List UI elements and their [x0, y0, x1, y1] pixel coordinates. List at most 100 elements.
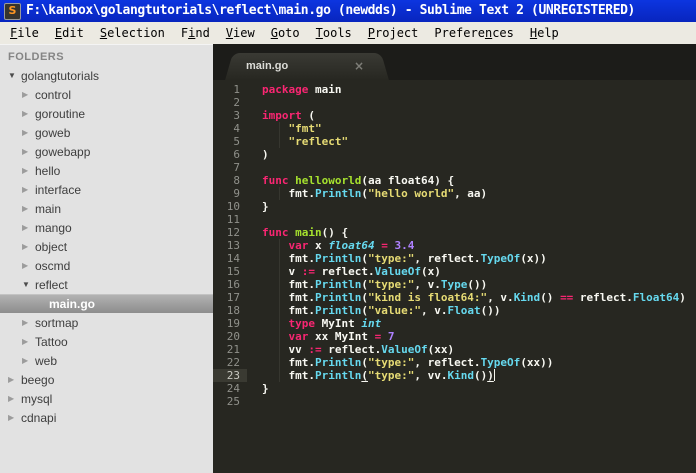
chevron-right-icon[interactable]: ▶ — [22, 218, 35, 237]
code-token: , v. — [420, 304, 448, 317]
tree-folder-reflect[interactable]: ▼ reflect — [0, 275, 213, 294]
menu-find[interactable]: Find — [173, 24, 218, 42]
line-number: 20 — [226, 330, 240, 343]
chevron-right-icon[interactable]: ▶ — [8, 389, 21, 408]
code-line-25[interactable]: 25 — [213, 395, 696, 408]
tree-folder-golangtutorials[interactable]: ▼ golangtutorials — [0, 66, 213, 85]
code-line-12[interactable]: 12 func main() { — [213, 226, 696, 239]
code-token: Float64 — [632, 291, 680, 304]
tree-folder-goroutine[interactable]: ▶ goroutine — [0, 104, 213, 123]
tree-folder-main[interactable]: ▶ main — [0, 199, 213, 218]
tree-folder-beego[interactable]: ▶ beego — [0, 370, 213, 389]
chevron-right-icon[interactable]: ▶ — [22, 180, 35, 199]
chevron-right-icon[interactable]: ▶ — [22, 351, 35, 370]
menu-goto[interactable]: Goto — [263, 24, 308, 42]
code-token: package — [262, 83, 309, 96]
chevron-right-icon[interactable]: ▶ — [22, 161, 35, 180]
code-token: = — [381, 239, 388, 252]
tree-item-label: mysql — [21, 391, 53, 406]
chevron-right-icon[interactable]: ▶ — [22, 237, 35, 256]
code-token: helloworld — [288, 174, 362, 187]
chevron-right-icon[interactable]: ▶ — [22, 256, 35, 275]
line-number: 23 — [213, 369, 247, 382]
tree-folder-tattoo[interactable]: ▶ Tattoo — [0, 332, 213, 351]
tree-folder-sortmap[interactable]: ▶ sortmap — [0, 313, 213, 332]
chevron-right-icon[interactable]: ▶ — [8, 370, 21, 389]
code-token: Println — [314, 252, 362, 265]
menu-tools[interactable]: Tools — [308, 24, 360, 42]
chevron-right-icon[interactable]: ▶ — [8, 408, 21, 427]
code-token: float64 — [328, 239, 375, 252]
code-area[interactable]: 1 package main 2 3 import (4 "fmt" 5 "reflect… — [213, 80, 696, 408]
code-line-1[interactable]: 1 package main — [213, 83, 696, 96]
tree-folder-mango[interactable]: ▶ mango — [0, 218, 213, 237]
menu-preferences[interactable]: Preferences — [426, 24, 522, 42]
code-line-10[interactable]: 10} — [213, 200, 696, 213]
code-text: fmt.Println("type:", reflect.TypeOf(x)) — [262, 252, 547, 265]
line-number: 5 — [233, 135, 240, 148]
tree-folder-control[interactable]: ▶ control — [0, 85, 213, 104]
chevron-down-icon[interactable]: ▼ — [8, 66, 21, 85]
tree-folder-hello[interactable]: ▶ hello — [0, 161, 213, 180]
tree-folder-goweb[interactable]: ▶ goweb — [0, 123, 213, 142]
tree-item-label: reflect — [35, 277, 68, 292]
tree-folder-cdnapi[interactable]: ▶ cdnapi — [0, 408, 213, 427]
tree-item-label: golangtutorials — [21, 68, 100, 83]
close-icon[interactable]: × — [354, 59, 364, 73]
menu-project[interactable]: Project — [360, 24, 427, 42]
code-line-16[interactable]: 16 fmt.Println("type:", v.Type()) — [213, 278, 696, 291]
code-line-22[interactable]: 22 fmt.Println("type:", reflect.TypeOf(x… — [213, 356, 696, 369]
chevron-right-icon[interactable]: ▶ — [22, 332, 35, 351]
code-token: type — [262, 317, 315, 330]
menu-edit[interactable]: Edit — [47, 24, 92, 42]
code-line-3[interactable]: 3 import ( — [213, 109, 696, 122]
code-line-17[interactable]: 17 fmt.Println("kind is float64:", v.Kin… — [213, 291, 696, 304]
code-line-4[interactable]: 4 "fmt" — [213, 122, 696, 135]
code-line-13[interactable]: 13 var x float64 = 3.4 — [213, 239, 696, 252]
menu-help[interactable]: Help — [522, 24, 567, 42]
tab-main-go[interactable]: main.go × — [237, 53, 377, 80]
code-line-19[interactable]: 19 type MyInt int — [213, 317, 696, 330]
code-line-15[interactable]: 15 v := reflect.ValueOf(x) — [213, 265, 696, 278]
code-line-14[interactable]: 14 fmt.Println("type:", reflect.TypeOf(x… — [213, 252, 696, 265]
line-number: 4 — [233, 122, 240, 135]
code-token: xx MyInt — [308, 330, 375, 343]
code-line-7[interactable]: 7 — [213, 161, 696, 174]
line-number: 7 — [233, 161, 240, 174]
tree-folder-oscmd[interactable]: ▶ oscmd — [0, 256, 213, 275]
chevron-down-icon[interactable]: ▼ — [22, 275, 35, 294]
menu-selection[interactable]: Selection — [92, 24, 173, 42]
code-line-11[interactable]: 11 — [213, 213, 696, 226]
tree-folder-gowebapp[interactable]: ▶ gowebapp — [0, 142, 213, 161]
tree-item-label: beego — [21, 372, 55, 387]
menu-view[interactable]: View — [218, 24, 263, 42]
chevron-right-icon[interactable]: ▶ — [22, 313, 35, 332]
code-text: fmt.Println("type:", v.Type()) — [262, 278, 487, 291]
line-number: 17 — [226, 291, 240, 304]
chevron-right-icon[interactable]: ▶ — [22, 123, 35, 142]
menu-file[interactable]: File — [2, 24, 47, 42]
code-line-24[interactable]: 24} — [213, 382, 696, 395]
code-line-23[interactable]: 23 fmt.Println("type:", vv.Kind()) — [213, 369, 696, 382]
code-token: 7 — [387, 330, 395, 343]
tree-file-main.go[interactable]: main.go — [0, 294, 213, 313]
code-line-2[interactable]: 2 — [213, 96, 696, 109]
chevron-right-icon[interactable]: ▶ — [22, 104, 35, 123]
code-line-5[interactable]: 5 "reflect" — [213, 135, 696, 148]
chevron-right-icon[interactable]: ▶ — [22, 142, 35, 161]
title-bar[interactable]: S F:\kanbox\golangtutorials\reflect\main… — [0, 0, 696, 22]
code-line-6[interactable]: 6) — [213, 148, 696, 161]
code-token: := — [308, 343, 322, 356]
tree-folder-interface[interactable]: ▶ interface — [0, 180, 213, 199]
chevron-right-icon[interactable]: ▶ — [22, 199, 35, 218]
code-line-21[interactable]: 21 vv := reflect.ValueOf(xx) — [213, 343, 696, 356]
tree-folder-object[interactable]: ▶ object — [0, 237, 213, 256]
code-line-20[interactable]: 20 var xx MyInt = 7 — [213, 330, 696, 343]
tree-folder-mysql[interactable]: ▶ mysql — [0, 389, 213, 408]
chevron-right-icon[interactable]: ▶ — [22, 85, 35, 104]
code-line-8[interactable]: 8 func helloworld(aa float64) { — [213, 174, 696, 187]
code-line-18[interactable]: 18 fmt.Println("value:", v.Float()) — [213, 304, 696, 317]
tree-folder-web[interactable]: ▶ web — [0, 351, 213, 370]
code-line-9[interactable]: 9 fmt.Println("hello world", aa) — [213, 187, 696, 200]
